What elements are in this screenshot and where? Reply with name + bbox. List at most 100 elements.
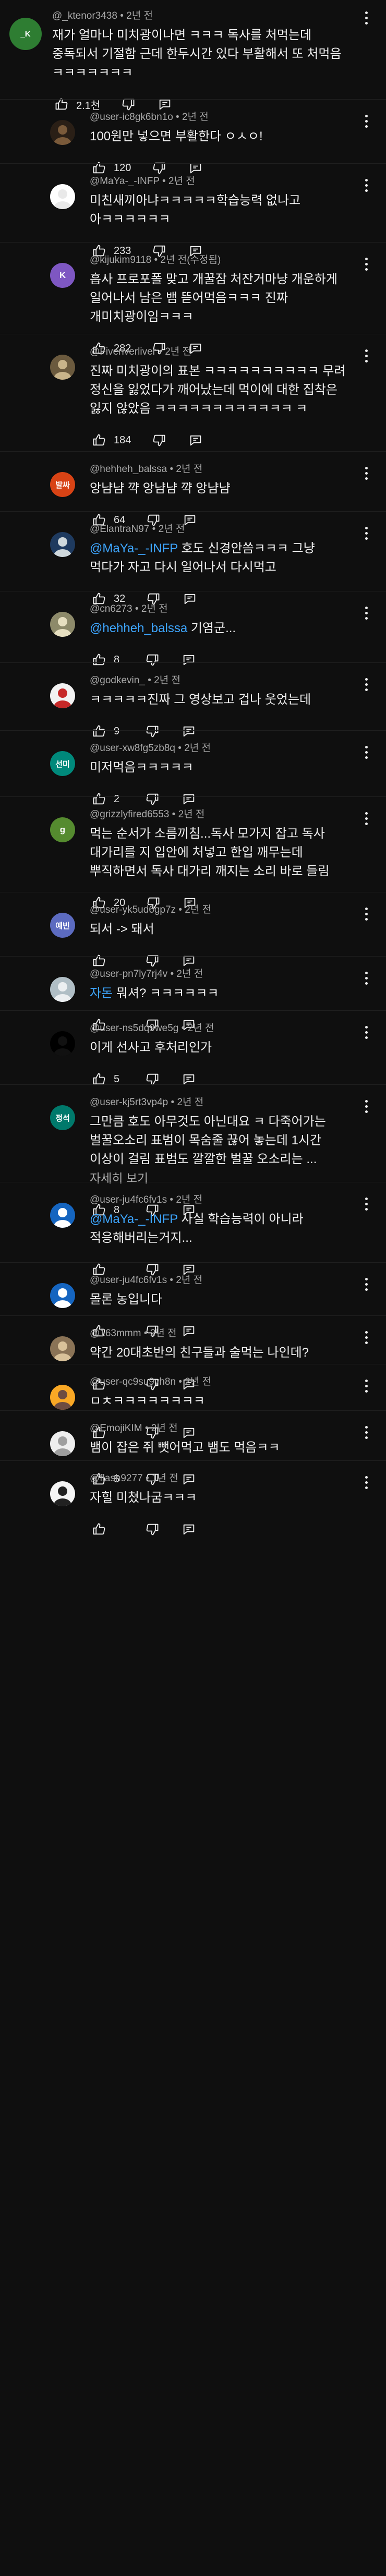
avatar[interactable]: _K xyxy=(9,18,42,50)
comment-time[interactable]: 2년 전 xyxy=(150,1328,177,1339)
comment-author[interactable]: @grizzlyfired6553 xyxy=(90,809,169,820)
comment-time[interactable]: 2년 전 xyxy=(185,1376,211,1387)
comment-author[interactable]: @user-yk5ud6gp7z xyxy=(90,904,176,915)
more-vert-icon[interactable] xyxy=(359,175,373,196)
dislike-button[interactable] xyxy=(150,432,168,449)
avatar[interactable]: 발싸 xyxy=(50,472,75,497)
comment-author[interactable]: @user-qc9su9vh8n xyxy=(90,1376,176,1387)
like-button[interactable] xyxy=(90,432,108,449)
more-vert-icon[interactable] xyxy=(359,1274,373,1295)
comment-time[interactable]: 2년 전(수정됨) xyxy=(160,255,221,265)
comment-text-segment: ㅁㅊㅋㅋㅋㅋㅋㅋㅋㅋ xyxy=(90,1394,205,1408)
comment-author[interactable]: @MaYa-_-INFP xyxy=(90,176,160,187)
more-vert-icon[interactable] xyxy=(359,1096,373,1117)
avatar[interactable] xyxy=(50,532,75,557)
avatar[interactable] xyxy=(50,683,75,708)
mention-link[interactable]: @hehheh_balssa xyxy=(90,621,187,635)
kebab-dot xyxy=(365,184,368,187)
avatar[interactable] xyxy=(50,120,75,145)
mention-link[interactable]: @MaYa-_-INFP xyxy=(90,541,178,555)
more-vert-icon[interactable] xyxy=(359,1375,373,1396)
comment-time[interactable]: 2년 전 xyxy=(182,112,209,123)
comment-author[interactable]: @_ktenor3438 xyxy=(52,10,117,21)
comment-time[interactable]: 2년 전 xyxy=(141,603,168,614)
comment-author[interactable]: @ElantraN97 xyxy=(90,524,149,535)
comment-time[interactable]: 2년 전 xyxy=(188,1023,214,1034)
more-vert-icon[interactable] xyxy=(359,1422,373,1443)
more-vert-icon[interactable] xyxy=(359,111,373,131)
mention-link[interactable]: @MaYa-_-INFP xyxy=(90,1212,178,1226)
avatar[interactable] xyxy=(50,1385,75,1410)
comment-time[interactable]: 2년 전 xyxy=(159,524,185,535)
avatar[interactable]: 선미 xyxy=(50,751,75,776)
comment-time[interactable]: 2년 전 xyxy=(165,346,191,357)
comment-author[interactable]: @user-xw8fg5zb8q xyxy=(90,743,175,754)
comment-author[interactable]: @user-ic8gk6bn1o xyxy=(90,112,173,123)
more-vert-icon[interactable] xyxy=(359,345,373,366)
more-vert-icon[interactable] xyxy=(359,1472,373,1493)
comment-time[interactable]: 2년 전 xyxy=(176,464,202,475)
avatar[interactable] xyxy=(50,612,75,637)
comment-author[interactable]: @Fiveriverliver xyxy=(90,346,156,357)
comment-author[interactable]: @163mmm xyxy=(90,1328,141,1339)
avatar[interactable] xyxy=(50,355,75,380)
comment-time[interactable]: 2년 전 xyxy=(185,904,211,915)
more-vert-icon[interactable] xyxy=(359,808,373,829)
comment-time[interactable]: 2년 전 xyxy=(151,1423,178,1434)
comment-text: 약간 20대초반의 친구들과 술먹는 나인데? xyxy=(90,1344,349,1362)
more-vert-icon[interactable] xyxy=(359,742,373,763)
more-vert-icon[interactable] xyxy=(359,903,373,924)
avatar[interactable]: 정석 xyxy=(50,1105,75,1130)
more-vert-icon[interactable] xyxy=(359,523,373,543)
comment-author[interactable]: @flash9277 xyxy=(90,1473,143,1484)
avatar[interactable] xyxy=(50,1481,75,1506)
avatar[interactable] xyxy=(50,1203,75,1228)
reply-button[interactable] xyxy=(186,432,205,449)
comment-author[interactable]: @godkevin_ xyxy=(90,675,145,686)
avatar[interactable] xyxy=(50,184,75,209)
avatar[interactable]: 예빈 xyxy=(50,913,75,938)
more-vert-icon[interactable] xyxy=(359,967,373,988)
mention-link[interactable]: 자돈 xyxy=(90,986,113,1000)
more-vert-icon[interactable] xyxy=(359,253,373,274)
more-vert-icon[interactable] xyxy=(359,1193,373,1214)
comment-time[interactable]: 2년 전 xyxy=(178,809,205,820)
comment-meta: @user-kj5rt3vp4p • 2년 전 xyxy=(90,1096,349,1109)
comment-author[interactable]: @user-pn7ly7rj4v xyxy=(90,969,167,979)
more-vert-icon[interactable] xyxy=(359,1022,373,1043)
more-vert-icon[interactable] xyxy=(359,602,373,623)
more-vert-icon[interactable] xyxy=(359,7,373,28)
avatar[interactable]: K xyxy=(50,263,75,288)
reply-button[interactable] xyxy=(179,1521,198,1538)
comment-text: 흡사 프로포폴 맞고 개꿀잠 처잔거마냥 개운하게 일어나서 남은 뱀 뜯어먹음… xyxy=(90,270,349,326)
more-vert-icon[interactable] xyxy=(359,463,373,483)
comment-author[interactable]: @user-ju4fc6fv1s xyxy=(90,1275,167,1286)
comment-author[interactable]: @hehheh_balssa xyxy=(90,464,167,475)
comment-time[interactable]: 2년 전 xyxy=(176,969,203,979)
avatar[interactable] xyxy=(50,1336,75,1361)
avatar[interactable] xyxy=(50,977,75,1002)
avatar[interactable] xyxy=(50,1283,75,1308)
like-button[interactable] xyxy=(90,1521,108,1538)
comment-time[interactable]: 1년 전 xyxy=(152,1473,178,1484)
comment-author[interactable]: @user-ju4fc6fv1s xyxy=(90,1194,167,1205)
comment-time[interactable]: 2년 전 xyxy=(126,10,153,21)
comment-author[interactable]: @cn6273 xyxy=(90,603,132,614)
comment-time[interactable]: 2년 전 xyxy=(154,675,180,686)
kebab-dot xyxy=(365,537,368,540)
comment-author[interactable]: @user-ns5dq9we5g xyxy=(90,1023,178,1034)
comment-author[interactable]: @kijukim9118 xyxy=(90,255,151,265)
comment-time[interactable]: 2년 전 xyxy=(177,1097,203,1108)
comment-time[interactable]: 2년 전 xyxy=(168,176,195,187)
comment-author[interactable]: @EmojiKIM xyxy=(90,1423,142,1434)
dislike-button[interactable] xyxy=(143,1521,162,1538)
more-vert-icon[interactable] xyxy=(359,674,373,695)
avatar[interactable]: g xyxy=(50,817,75,842)
comment-time[interactable]: 2년 전 xyxy=(176,1275,202,1286)
avatar[interactable] xyxy=(50,1031,75,1056)
comment-time[interactable]: 2년 전 xyxy=(176,1194,202,1205)
comment-author[interactable]: @user-kj5rt3vp4p xyxy=(90,1097,168,1108)
more-vert-icon[interactable] xyxy=(359,1327,373,1348)
comment-time[interactable]: 2년 전 xyxy=(184,743,211,754)
avatar[interactable] xyxy=(50,1431,75,1456)
